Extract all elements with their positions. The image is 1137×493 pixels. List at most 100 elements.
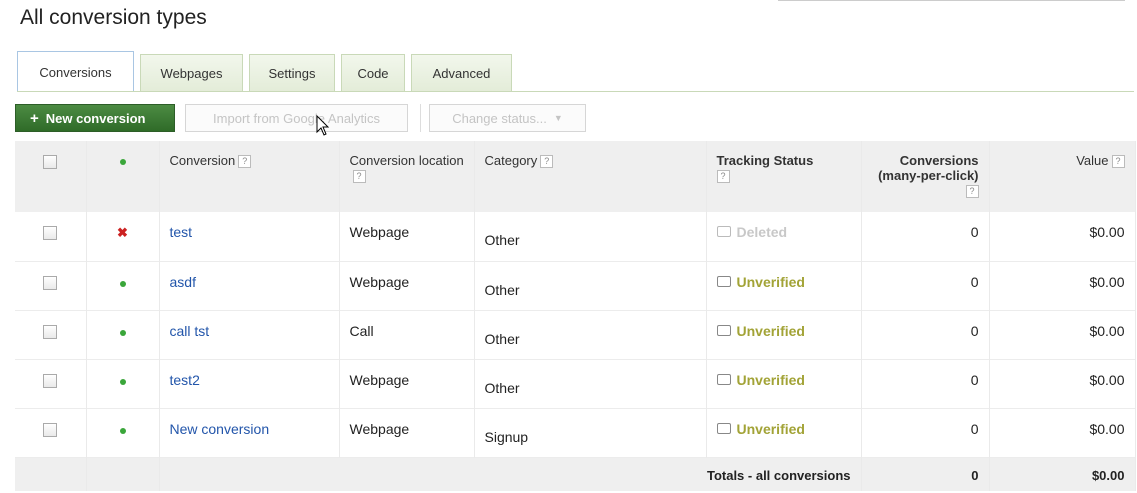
select-all-checkbox[interactable] [43, 154, 58, 169]
status-badge[interactable]: Unverified [716, 371, 805, 388]
status-label: Unverified [736, 371, 805, 388]
row-checkbox[interactable] [43, 324, 58, 339]
status-dot-icon [119, 159, 126, 165]
location-cell: Webpage [339, 212, 475, 261]
tracking-cell: Unverified [706, 359, 862, 408]
conversion-link[interactable]: call tst [170, 323, 210, 339]
value-cell: $0.00 [989, 359, 1136, 408]
category-cell: Signup [474, 408, 707, 457]
change-status-dropdown[interactable]: Change status... ▼ [429, 104, 586, 132]
row-checkbox[interactable] [43, 373, 58, 388]
tab-code[interactable]: Code [341, 54, 405, 92]
help-icon[interactable]: ? [1111, 155, 1125, 169]
select-all-header [15, 141, 87, 212]
conversion-link[interactable]: New conversion [170, 421, 270, 437]
row-checkbox[interactable] [43, 226, 58, 241]
tracking-cell: Unverified [706, 408, 862, 457]
category-header[interactable]: Category? [474, 141, 707, 212]
tab-divider [17, 91, 1134, 92]
conversion-link[interactable]: asdf [170, 274, 196, 290]
toolbar: + New conversion Import from Google Anal… [15, 104, 1132, 134]
conversion-link[interactable]: test [170, 224, 193, 240]
toolbar-separator [420, 104, 421, 132]
conversions-header-label: Conversions (many-per-click) [878, 153, 979, 183]
conversion-name-cell: asdf [159, 261, 340, 310]
conversions-header[interactable]: Conversions (many-per-click)? [861, 141, 990, 212]
conversion-link[interactable]: test2 [170, 372, 200, 388]
comment-icon [716, 422, 731, 434]
comment-icon [716, 373, 731, 385]
value-cell: $0.00 [989, 310, 1136, 359]
conversion-header-label: Conversion [169, 153, 236, 168]
conversions-cell: 0 [861, 359, 990, 408]
table-row: call tst Call Other Unverified 0 $0.00 [15, 310, 1136, 359]
new-conversion-label: New conversion [45, 110, 146, 126]
tracking-cell: Unverified [706, 310, 862, 359]
status-label: Deleted [736, 224, 788, 240]
status-badge[interactable]: Unverified [716, 420, 805, 437]
deleted-x-icon: ✖ [117, 225, 128, 240]
help-icon[interactable]: ? [540, 155, 554, 169]
location-cell: Webpage [339, 408, 475, 457]
conversion-name-cell: New conversion [159, 408, 340, 457]
help-icon[interactable]: ? [238, 155, 252, 169]
change-status-label: Change status... [452, 110, 547, 126]
location-cell: Call [339, 310, 475, 359]
page-title: All conversion types [20, 6, 207, 29]
status-label: Unverified [736, 273, 805, 290]
row-checkbox[interactable] [43, 275, 58, 290]
tracking-header-label: Tracking Status [716, 153, 814, 168]
enabled-dot-icon [119, 378, 126, 385]
category-header-label: Category [484, 153, 538, 168]
comment-icon [716, 275, 731, 287]
value-cell: $0.00 [989, 261, 1136, 310]
location-header-label: Conversion location [349, 153, 464, 168]
help-icon[interactable]: ? [352, 170, 366, 184]
row-select-cell [15, 359, 87, 408]
status-badge[interactable]: Unverified [716, 322, 805, 339]
plus-icon: + [30, 109, 39, 127]
conversions-cell: 0 [861, 212, 990, 261]
tab-advanced[interactable]: Advanced [411, 54, 512, 92]
value-cell: $0.00 [989, 408, 1136, 457]
row-checkbox[interactable] [43, 422, 58, 437]
new-conversion-button[interactable]: + New conversion [15, 104, 175, 132]
tab-conversions[interactable]: Conversions [17, 51, 134, 92]
conversion-name-cell: test [159, 212, 340, 261]
status-label: Unverified [736, 420, 805, 437]
totals-row: Totals - all conversions 0 $0.00 [15, 457, 1136, 491]
value-header-label: Value [1076, 153, 1109, 168]
help-icon[interactable]: ? [716, 170, 730, 184]
conversion-header[interactable]: Conversion? [159, 141, 340, 212]
enabled-dot-icon [119, 427, 126, 434]
row-select-cell [15, 212, 87, 261]
tracking-cell: Deleted [706, 212, 862, 261]
row-status-cell [86, 359, 160, 408]
value-header[interactable]: Value? [989, 141, 1136, 212]
status-badge[interactable]: Deleted [716, 224, 788, 240]
tracking-header[interactable]: Tracking Status? [706, 141, 862, 212]
table-row: ✖ test Webpage Other Deleted 0 $0.00 [15, 212, 1136, 261]
totals-empty-cell [86, 457, 160, 491]
import-analytics-button[interactable]: Import from Google Analytics [185, 104, 408, 132]
row-status-cell: ✖ [86, 212, 160, 261]
tab-settings[interactable]: Settings [249, 54, 335, 92]
row-status-cell [86, 310, 160, 359]
status-badge[interactable]: Unverified [716, 273, 805, 290]
category-cell: Other [474, 261, 707, 310]
totals-conversions: 0 [861, 457, 990, 491]
tab-webpages[interactable]: Webpages [140, 54, 243, 92]
search-box[interactable] [778, 0, 1125, 1]
conversion-name-cell: call tst [159, 310, 340, 359]
table-row: New conversion Webpage Signup Unverified… [15, 408, 1136, 457]
tracking-cell: Unverified [706, 261, 862, 310]
help-icon[interactable]: ? [965, 185, 979, 199]
category-label: Other [484, 379, 520, 396]
category-label: Other [484, 232, 520, 248]
category-label: Other [484, 281, 520, 298]
totals-empty-cell [15, 457, 87, 491]
row-select-cell [15, 310, 87, 359]
location-header[interactable]: Conversion location? [339, 141, 475, 212]
category-label: Other [484, 330, 520, 347]
status-label: Unverified [736, 322, 805, 339]
